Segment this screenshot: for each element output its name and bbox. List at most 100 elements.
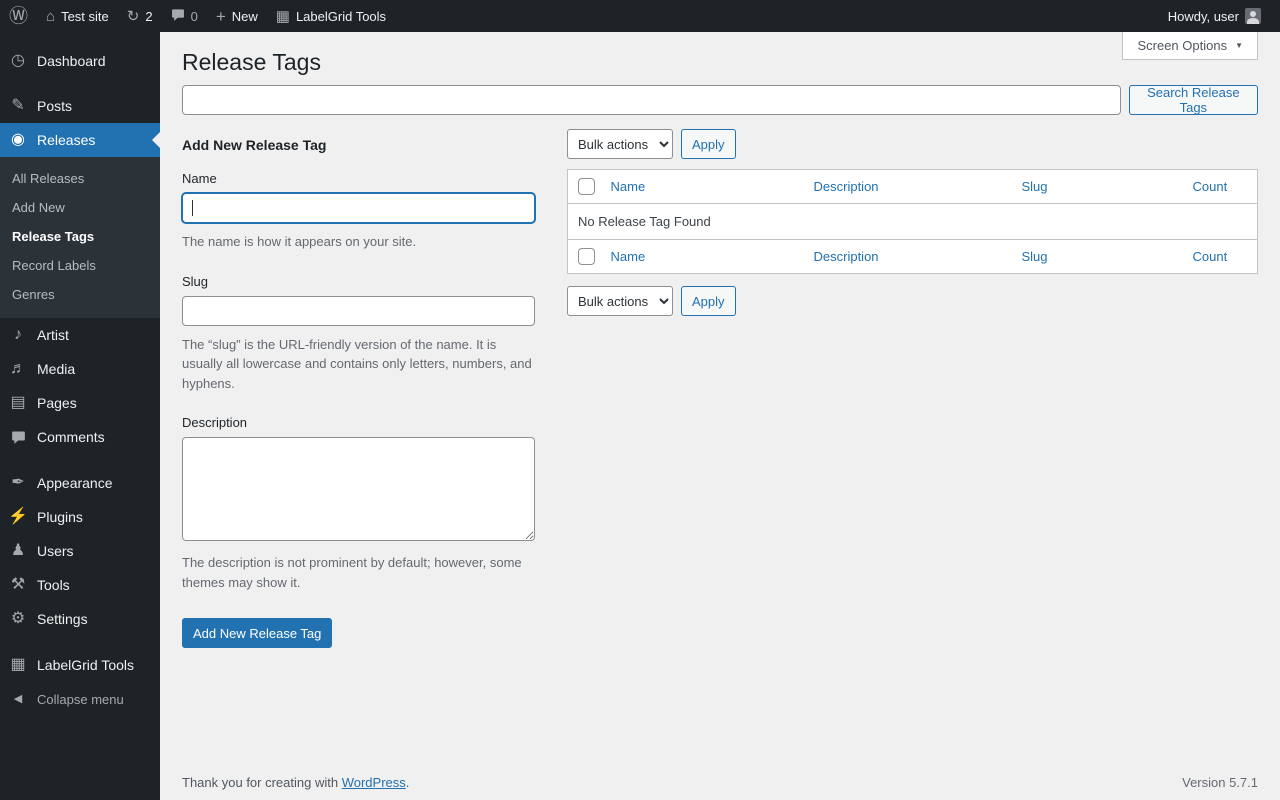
wordpress-link[interactable]: WordPress <box>342 775 406 790</box>
footer-thanks-text: Thank you for creating with <box>182 775 339 790</box>
bulk-actions-select[interactable]: Bulk actions <box>567 129 673 159</box>
site-menu[interactable]: ⌂ Test site <box>37 0 118 32</box>
collapse-menu-button[interactable]: ◀ Collapse menu <box>0 682 160 716</box>
sidebar-item-dashboard[interactable]: ◷ Dashboard <box>0 44 160 78</box>
submenu-item-release-tags[interactable]: Release Tags <box>0 222 160 251</box>
name-help-text: The name is how it appears on your site. <box>182 234 417 249</box>
description-label: Description <box>182 415 248 430</box>
search-input[interactable] <box>182 85 1121 115</box>
sort-slug-header[interactable]: Slug <box>1022 249 1048 264</box>
select-all-checkbox[interactable] <box>578 178 595 195</box>
chevron-down-icon: ▼ <box>1235 41 1243 50</box>
brush-icon: ✒ <box>11 474 25 491</box>
bulk-actions-select[interactable]: Bulk actions <box>567 286 673 316</box>
person-icon: ♟ <box>10 542 26 559</box>
text-caret <box>192 200 193 216</box>
sort-name-header[interactable]: Name <box>611 179 646 194</box>
sidebar-item-label: Pages <box>37 395 77 411</box>
description-textarea[interactable] <box>182 437 535 541</box>
tags-list: Bulk actions Apply Name Description Slug… <box>567 125 1258 316</box>
sidebar-item-pages[interactable]: ▤ Pages <box>0 386 160 420</box>
releases-submenu: All Releases Add New Release Tags Record… <box>0 157 160 318</box>
media-icon: ♬ <box>10 360 26 377</box>
select-all-checkbox[interactable] <box>578 248 595 265</box>
sidebar-item-label: Users <box>37 543 74 559</box>
plug-icon: ⚡ <box>8 508 28 525</box>
sidebar-item-posts[interactable]: ✎ Posts <box>0 89 160 123</box>
sidebar-item-plugins[interactable]: ⚡ Plugins <box>0 500 160 534</box>
comments-bubble-icon <box>171 8 185 25</box>
collapse-arrow-icon: ◀ <box>13 692 23 705</box>
sidebar-item-releases[interactable]: ◉ Releases <box>0 123 160 157</box>
name-field-group: Name The name is how it appears on your … <box>182 171 535 252</box>
name-input[interactable] <box>182 193 535 223</box>
sort-description-header[interactable]: Description <box>814 249 879 264</box>
sidebar-item-media[interactable]: ♬ Media <box>0 352 160 386</box>
admin-bar: Ⓦ ⌂ Test site ↻ 2 0 + New ▦ LabelGrid To… <box>0 0 1280 32</box>
sort-count-header[interactable]: Count <box>1193 179 1228 194</box>
submenu-item-add-new[interactable]: Add New <box>0 193 160 222</box>
apply-button[interactable]: Apply <box>681 129 736 159</box>
admin-bar-right: Howdy, user <box>1159 0 1280 32</box>
main-content: Screen Options ▼ Release Tags Search Rel… <box>160 32 1280 800</box>
comments-menu[interactable]: 0 <box>162 0 207 32</box>
table-header-row: Name Description Slug Count <box>568 170 1258 204</box>
sidebar-item-label: Settings <box>37 611 88 627</box>
submenu-item-genres[interactable]: Genres <box>0 280 160 309</box>
page-title: Release Tags <box>182 49 321 75</box>
sidebar-item-label: Comments <box>37 429 105 445</box>
sidebar-item-comments[interactable]: Comments <box>0 420 160 454</box>
sidebar-item-label: Posts <box>37 98 73 114</box>
labelgrid-tools-menu[interactable]: ▦ LabelGrid Tools <box>267 0 395 32</box>
settings-sliders-icon: ⚙ <box>10 610 26 627</box>
slug-help-text: The “slug” is the URL-friendly version o… <box>182 336 532 391</box>
apply-button[interactable]: Apply <box>681 286 736 316</box>
avatar <box>1245 8 1261 24</box>
screen-options-button[interactable]: Screen Options ▼ <box>1122 32 1258 60</box>
updates-menu[interactable]: ↻ 2 <box>118 0 162 32</box>
release-tags-table: Name Description Slug Count No Release T… <box>567 169 1258 274</box>
sidebar-item-label: Collapse menu <box>37 691 124 707</box>
new-content-menu[interactable]: + New <box>207 0 267 32</box>
name-label: Name <box>182 171 217 186</box>
menu-separator <box>0 454 160 466</box>
description-help-text: The description is not prominent by defa… <box>182 555 522 590</box>
sidebar-item-labelgrid-tools[interactable]: ▦ LabelGrid Tools <box>0 648 160 682</box>
sidebar-item-appearance[interactable]: ✒ Appearance <box>0 466 160 500</box>
tools-icon: ⚒ <box>10 576 26 593</box>
record-icon: ◉ <box>11 131 25 148</box>
submenu-item-record-labels[interactable]: Record Labels <box>0 251 160 280</box>
document-icon: ▤ <box>10 394 26 411</box>
sort-description-header[interactable]: Description <box>814 179 879 194</box>
home-icon: ⌂ <box>46 7 56 25</box>
plus-icon: + <box>215 6 226 26</box>
sidebar-item-tools[interactable]: ⚒ Tools <box>0 568 160 602</box>
wordpress-menu[interactable]: Ⓦ <box>0 0 37 32</box>
add-new-release-tag-button[interactable]: Add New Release Tag <box>182 618 333 648</box>
sidebar-item-label: Dashboard <box>37 53 106 69</box>
slug-input[interactable] <box>182 295 535 326</box>
table-footer-row: Name Description Slug Count <box>568 240 1258 274</box>
account-menu[interactable]: Howdy, user <box>1159 0 1270 32</box>
sidebar-item-label: Media <box>37 361 76 377</box>
sort-count-header[interactable]: Count <box>1193 249 1228 264</box>
add-tag-form: Add New Release Tag Name The name is how… <box>182 125 535 648</box>
sidebar-item-label: Appearance <box>37 475 113 491</box>
grid-icon: ▦ <box>275 7 290 25</box>
search-button[interactable]: Search Release Tags <box>1128 85 1258 115</box>
howdy-text: Howdy, user <box>1167 8 1239 24</box>
submenu-item-all-releases[interactable]: All Releases <box>0 164 160 193</box>
sidebar-item-label: Tools <box>37 577 70 593</box>
empty-message: No Release Tag Found <box>567 203 1258 240</box>
grid-icon: ▦ <box>10 656 26 673</box>
sort-name-header[interactable]: Name <box>611 249 646 264</box>
sort-slug-header[interactable]: Slug <box>1022 179 1048 194</box>
new-label: New <box>231 8 258 24</box>
dashboard-icon: ◷ <box>11 52 25 69</box>
sidebar-item-label: Artist <box>37 327 69 343</box>
sidebar-item-artist[interactable]: ♪ Artist <box>0 318 160 352</box>
sidebar-item-settings[interactable]: ⚙ Settings <box>0 602 160 636</box>
sidebar-item-users[interactable]: ♟ Users <box>0 534 160 568</box>
menu-separator <box>0 636 160 648</box>
menu-separator <box>0 78 160 89</box>
